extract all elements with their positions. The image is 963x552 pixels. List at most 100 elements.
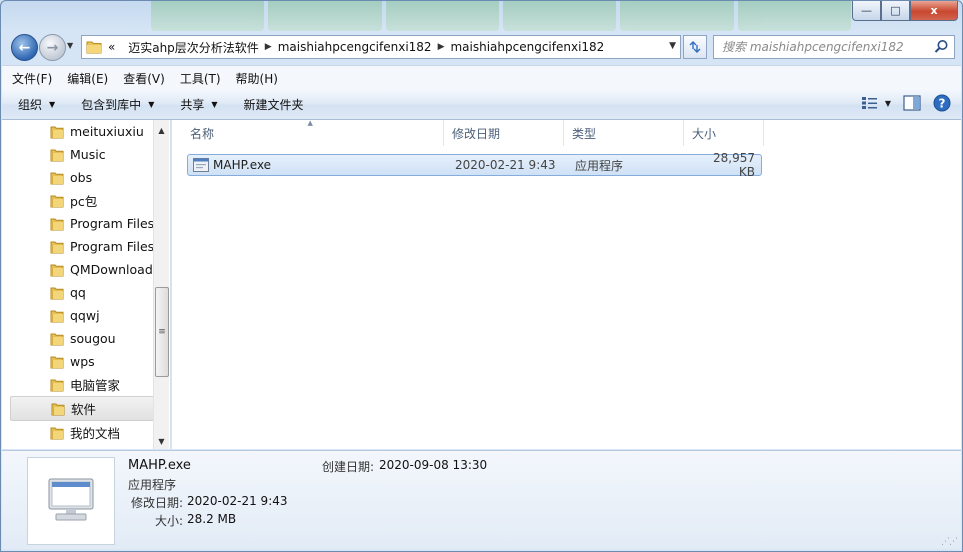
menu-help[interactable]: 帮助(H) (236, 70, 278, 87)
nav-folder-item[interactable]: obs (10, 166, 154, 189)
details-modified-value: 2020-02-21 9:43 (187, 494, 288, 508)
menu-tools[interactable]: 工具(T) (180, 70, 221, 87)
chevron-down-icon: ▼ (148, 100, 155, 109)
view-dropdown-icon[interactable]: ▼ (885, 99, 891, 108)
nav-folder-label: qqwj (70, 308, 100, 323)
folder-icon (50, 195, 64, 208)
details-file-name: MAHP.exe (128, 458, 191, 473)
refresh-button[interactable] (683, 35, 707, 59)
details-created-value: 2020-09-08 13:30 (379, 458, 488, 472)
folder-icon (50, 287, 64, 300)
nav-folder-label: sougou (70, 331, 116, 346)
folder-icon (50, 126, 64, 139)
details-size-value: 28.2 MB (187, 512, 237, 526)
refresh-icon (689, 41, 701, 53)
application-monitor-icon (48, 478, 94, 521)
file-thumbnail (27, 457, 115, 545)
nav-folder-item[interactable]: QMDownload (10, 258, 154, 281)
folder-icon (50, 149, 64, 162)
nav-folder-item[interactable]: pc包 (10, 189, 154, 212)
folder-icon (50, 241, 64, 254)
folder-tree: meituxiuxiu Music obs pc包 Program Files Progr… (10, 120, 154, 444)
nav-folder-item[interactable]: Program Files (10, 235, 154, 258)
folder-icon (86, 41, 102, 54)
column-header-type[interactable]: 类型 (564, 120, 684, 146)
share-button[interactable]: 共享 ▼ (180, 96, 217, 113)
new-folder-label: 新建文件夹 (243, 98, 304, 112)
folder-icon (50, 427, 64, 440)
minimize-button[interactable]: — (852, 1, 881, 21)
scroll-thumb[interactable]: ≡ (155, 287, 169, 377)
column-modified-label: 修改日期 (452, 126, 501, 141)
menu-file[interactable]: 文件(F) (12, 70, 52, 87)
forward-button[interactable]: → (39, 34, 66, 61)
column-header-size[interactable]: 大小 (684, 120, 764, 146)
back-button[interactable]: ← (11, 34, 38, 61)
breadcrumb-overflow[interactable]: « (108, 40, 115, 54)
preview-pane-icon[interactable] (903, 95, 921, 111)
breadcrumb-item[interactable]: maishiahpcengcifenxi182 (450, 40, 604, 54)
address-dropdown-icon[interactable]: ▼ (669, 41, 676, 51)
file-size: 28,957 KB (713, 151, 755, 179)
file-row[interactable]: MAHP.exe 2020-02-21 9:43 应用程序 28,957 KB (187, 151, 762, 179)
nav-folder-label: QMDownload (70, 262, 153, 277)
organize-label: 组织 (18, 98, 43, 112)
column-header-modified[interactable]: 修改日期 (444, 120, 564, 146)
breadcrumb-separator-icon[interactable]: ▶ (438, 42, 445, 52)
nav-folder-item[interactable]: qq (10, 281, 154, 304)
navigation-pane: meituxiuxiu Music obs pc包 Program Files Progr… (2, 120, 171, 449)
nav-folder-label: Program Files (70, 216, 155, 231)
nav-scrollbar[interactable]: ▲ ≡ ▼ (153, 120, 169, 449)
resize-grip-icon[interactable]: ⋰⋰ (941, 537, 958, 547)
details-modified-label: 修改日期: (130, 496, 183, 510)
search-icon[interactable] (934, 39, 949, 54)
column-header-name[interactable]: ▲ 名称 (172, 119, 444, 146)
nav-folder-item[interactable]: 电脑管家 (10, 373, 154, 396)
breadcrumb-item[interactable]: 迈实ahp层次分析法软件 (128, 39, 259, 56)
scroll-down-icon[interactable]: ▼ (154, 433, 169, 449)
file-modified: 2020-02-21 9:43 (455, 158, 556, 172)
nav-folder-item[interactable]: Program Files (10, 212, 154, 235)
nav-folder-item[interactable]: wps (10, 350, 154, 373)
breadcrumb-item[interactable]: maishiahpcengcifenxi182 (278, 40, 432, 54)
view-options-icon[interactable] (861, 96, 879, 110)
details-created-label: 创建日期: (321, 460, 374, 474)
folder-icon (50, 356, 64, 369)
organize-button[interactable]: 组织 ▼ (18, 96, 55, 113)
application-icon (193, 158, 209, 172)
folder-icon (50, 310, 64, 323)
close-button[interactable]: x (910, 1, 958, 21)
new-folder-button[interactable]: 新建文件夹 (244, 96, 304, 113)
nav-folder-label: qq (70, 285, 86, 300)
folder-icon (51, 403, 65, 416)
search-box (713, 35, 955, 59)
search-input[interactable] (720, 39, 929, 55)
nav-folder-label: 我的文档 (70, 426, 121, 441)
menu-bar: 文件(F) 编辑(E) 查看(V) 工具(T) 帮助(H) (2, 65, 961, 90)
maximize-button[interactable]: □ (881, 1, 910, 21)
nav-folder-item[interactable]: sougou (10, 327, 154, 350)
nav-folder-item[interactable]: meituxiuxiu (10, 120, 154, 143)
address-bar[interactable]: « 迈实ahp层次分析法软件 ▶ maishiahpcengcifenxi182… (81, 35, 681, 59)
chevron-down-icon: ▼ (49, 100, 56, 109)
nav-folder-item[interactable]: 软件 (10, 396, 154, 421)
nav-folder-label: wps (70, 354, 95, 369)
menu-edit[interactable]: 编辑(E) (67, 70, 108, 87)
help-icon[interactable]: ? (933, 94, 951, 112)
include-library-button[interactable]: 包含到库中 ▼ (81, 96, 154, 113)
nav-folder-label: obs (70, 170, 93, 185)
folder-icon (50, 218, 64, 231)
folder-icon (50, 264, 64, 277)
nav-folder-label: Program Files (70, 239, 155, 254)
nav-folder-item[interactable]: qqwj (10, 304, 154, 327)
nav-folder-label: meituxiuxiu (70, 124, 144, 139)
nav-folder-label: pc包 (70, 194, 98, 209)
nav-folder-item[interactable]: Music (10, 143, 154, 166)
scroll-up-icon[interactable]: ▲ (154, 122, 169, 138)
nav-folder-item[interactable]: 我的文档 (10, 421, 154, 444)
breadcrumb-separator-icon[interactable]: ▶ (265, 42, 272, 52)
folder-icon (50, 172, 64, 185)
recent-pages-dropdown-icon[interactable]: ▼ (67, 41, 73, 50)
menu-view[interactable]: 查看(V) (123, 70, 165, 87)
share-label: 共享 (180, 98, 205, 112)
